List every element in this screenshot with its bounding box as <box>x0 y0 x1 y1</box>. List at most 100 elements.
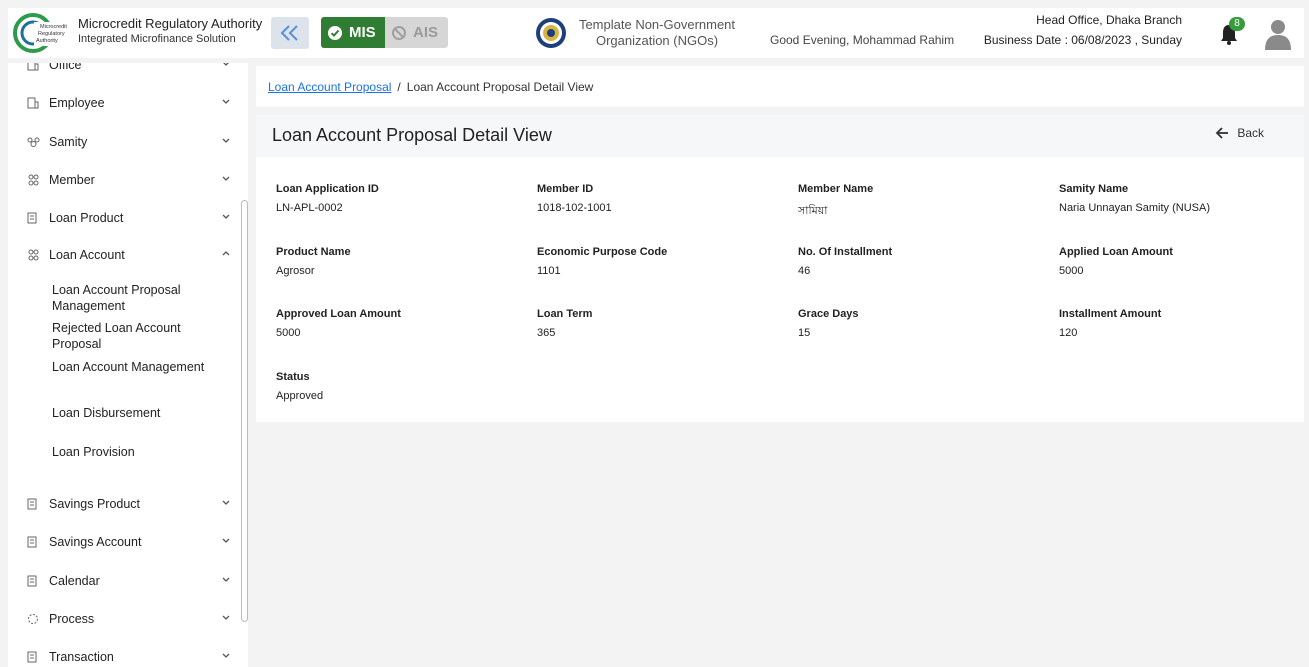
page-title: Loan Account Proposal Detail View <box>272 125 552 145</box>
employee-icon <box>26 96 40 110</box>
sidebar-item-label: Member <box>49 173 95 187</box>
greeting-text: Good Evening, Mohammad Rahim <box>770 33 955 47</box>
ngo-name: Template Non-Government Organization (NG… <box>574 17 740 49</box>
collapse-sidebar-button[interactable] <box>271 17 309 49</box>
logo-text-line-1: Microcredit <box>40 24 67 30</box>
sidebar-item-savings-account[interactable]: Savings Account <box>26 531 231 553</box>
field-product-name: Product Name Agrosor <box>276 246 351 277</box>
sidebar-subitem-loan-account-management[interactable]: Loan Account Management <box>52 359 222 375</box>
sidebar-item-transaction[interactable]: Transaction <box>26 646 231 667</box>
field-value: 1018-102-1001 <box>537 202 612 214</box>
field-value: 46 <box>798 265 811 277</box>
chevron-down-icon <box>222 577 230 582</box>
field-label: Loan Term <box>537 308 593 320</box>
field-value: 5000 <box>1059 265 1084 277</box>
field-status: Status Approved <box>276 371 323 402</box>
field-label: Samity Name <box>1059 183 1129 195</box>
document-icon <box>26 497 40 511</box>
ngo-name-line-1: Template Non-Government <box>578 17 736 32</box>
chevron-down-icon <box>222 500 230 505</box>
sidebar-item-label: Office <box>49 63 82 72</box>
field-label: Status <box>276 371 310 383</box>
field-label: Installment Amount <box>1059 308 1162 320</box>
org-title: Microcredit Regulatory Authority <box>78 16 263 31</box>
back-button[interactable]: Back <box>1215 126 1264 140</box>
field-label: Member Name <box>798 183 874 195</box>
breadcrumb-current: Loan Account Proposal Detail View <box>406 79 594 94</box>
chevron-down-icon <box>222 138 230 143</box>
mis-module-button[interactable]: MIS <box>321 17 385 48</box>
sidebar-item-label: Employee <box>49 96 105 110</box>
logo-text-line-2: Regulatory <box>38 31 65 37</box>
field-value: LN-APL-0002 <box>276 202 343 214</box>
sidebar-subitem-loan-provision[interactable]: Loan Provision <box>52 444 222 460</box>
chevron-down-icon <box>222 653 230 658</box>
sidebar-item-loan-account[interactable]: Loan Account <box>26 244 231 266</box>
org-subtitle: Integrated Microfinance Solution <box>78 33 236 45</box>
logo-text-line-3: Authority <box>36 38 58 44</box>
sidebar: Office Employee Samity Member Loan Produ… <box>8 63 248 667</box>
field-label: Applied Loan Amount <box>1059 246 1173 258</box>
chevron-down-icon <box>222 615 230 620</box>
status-value: Approved <box>276 390 324 402</box>
document-icon <box>26 650 40 664</box>
field-no-of-installment: No. Of Installment 46 <box>798 246 892 277</box>
sidebar-item-office[interactable]: Office <box>26 63 231 76</box>
sidebar-item-label: Transaction <box>49 650 114 664</box>
sidebar-item-employee[interactable]: Employee <box>26 92 231 114</box>
field-label: Grace Days <box>798 308 859 320</box>
process-icon <box>26 612 40 626</box>
chevron-down-icon <box>222 538 230 543</box>
breadcrumb-separator: / <box>397 79 401 94</box>
field-value: 365 <box>537 327 556 339</box>
field-member-id: Member ID 1018-102-1001 <box>537 183 612 214</box>
document-icon <box>26 535 40 549</box>
breadcrumb-link-loan-account-proposal[interactable]: Loan Account Proposal <box>268 80 391 94</box>
chevron-down-icon <box>222 176 230 181</box>
field-loan-application-id: Loan Application ID LN-APL-0002 <box>276 183 379 214</box>
check-circle-icon <box>328 25 342 40</box>
field-value: 120 <box>1059 327 1078 339</box>
document-icon <box>26 574 40 588</box>
field-installment-amount: Installment Amount 120 <box>1059 308 1161 339</box>
field-label: Loan Application ID <box>276 183 379 195</box>
sidebar-item-member[interactable]: Member <box>26 169 231 191</box>
user-avatar-icon[interactable] <box>1264 18 1292 50</box>
field-applied-loan-amount: Applied Loan Amount 5000 <box>1059 246 1173 277</box>
breadcrumb: Loan Account Proposal / Loan Account Pro… <box>256 66 1304 107</box>
sidebar-item-label: Savings Product <box>49 497 141 511</box>
field-label: Member ID <box>537 183 594 195</box>
member-icon <box>26 173 40 187</box>
ais-module-button[interactable]: AIS <box>385 17 448 48</box>
blocked-icon <box>392 25 406 40</box>
arrow-left-icon <box>1216 127 1229 139</box>
double-chevron-left-icon <box>280 25 298 41</box>
sidebar-item-samity[interactable]: Samity <box>26 131 231 153</box>
sidebar-subitem-loan-proposal-management[interactable]: Loan Account Proposal Management <box>52 282 222 314</box>
sidebar-item-label: Savings Account <box>49 535 142 549</box>
field-value: সামিয়া <box>798 205 828 217</box>
sidebar-item-loan-product[interactable]: Loan Product <box>26 207 231 229</box>
sidebar-item-savings-product[interactable]: Savings Product <box>26 493 231 515</box>
sidebar-subitem-rejected-loan-proposal[interactable]: Rejected Loan Account Proposal <box>52 320 222 352</box>
sidebar-item-label: Loan Account <box>49 248 125 262</box>
sidebar-item-process[interactable]: Process <box>26 608 231 630</box>
notification-badge: 8 <box>1229 17 1245 31</box>
samity-icon <box>26 135 40 149</box>
field-value: 1101 <box>537 265 561 277</box>
sidebar-item-calendar[interactable]: Calendar <box>26 570 231 592</box>
field-loan-term: Loan Term 365 <box>537 308 592 339</box>
field-label: Approved Loan Amount <box>276 308 401 320</box>
chevron-up-icon <box>222 251 230 256</box>
field-value: 15 <box>798 327 811 339</box>
field-economic-purpose-code: Economic Purpose Code 1101 <box>537 246 667 277</box>
field-member-name: Member Name সামিয়া <box>798 183 873 221</box>
mis-label: MIS <box>349 24 376 41</box>
field-value: 5000 <box>276 327 301 339</box>
office-icon <box>26 63 40 72</box>
ngo-seal-logo <box>536 18 566 48</box>
sidebar-subitem-loan-disbursement[interactable]: Loan Disbursement <box>52 405 222 421</box>
sidebar-item-label: Calendar <box>49 574 100 588</box>
field-value: Agrosor <box>276 265 315 277</box>
sidebar-scrollbar[interactable] <box>241 200 248 622</box>
